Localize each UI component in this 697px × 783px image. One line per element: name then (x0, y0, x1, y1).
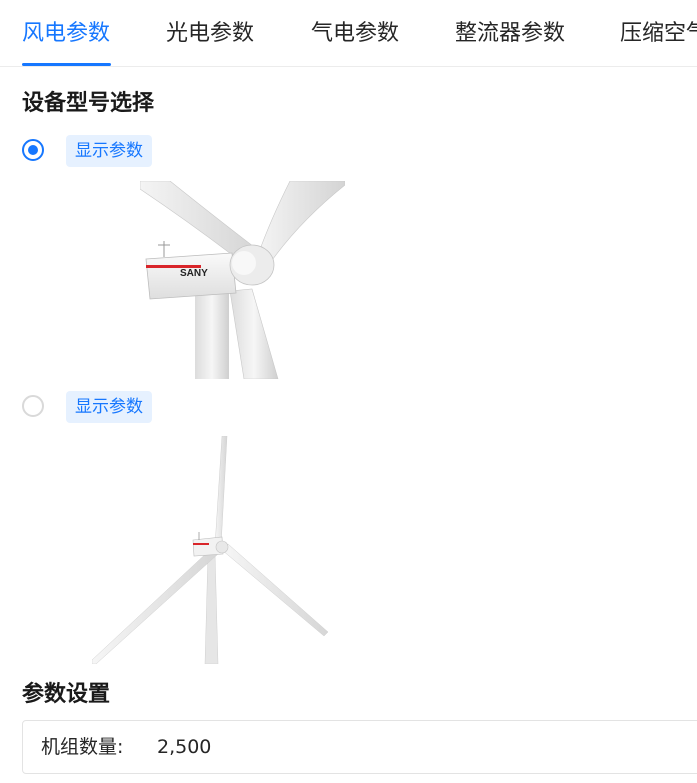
tab-bar: 风电参数 光电参数 气电参数 整流器参数 压缩空气 (0, 0, 697, 67)
turbine-full-image[interactable] (92, 436, 347, 664)
show-params-tag-1[interactable]: 显示参数 (66, 135, 152, 167)
turbine-closeup-illustration: SANY (140, 181, 345, 379)
params-section-title: 参数设置 (22, 682, 111, 707)
model-section-title: 设备型号选择 (22, 91, 155, 116)
model-radio-1[interactable] (22, 139, 44, 161)
model-radio-2[interactable] (22, 395, 44, 417)
unit-count-field[interactable]: 机组数量: 2,500 (22, 720, 697, 774)
unit-count-label: 机组数量: (41, 736, 124, 758)
tab-wind-params[interactable]: 风电参数 (22, 19, 110, 49)
radio-dot (28, 145, 38, 155)
active-tab-indicator (22, 63, 111, 66)
tab-gas-params[interactable]: 气电参数 (311, 19, 399, 49)
tab-rectifier-params[interactable]: 整流器参数 (455, 19, 565, 49)
show-params-tag-2[interactable]: 显示参数 (66, 391, 152, 423)
tab-solar-params[interactable]: 光电参数 (166, 19, 254, 49)
tab-compressed-air-params[interactable]: 压缩空气 (620, 19, 697, 49)
svg-text:SANY: SANY (180, 268, 208, 279)
turbine-closeup-image[interactable]: SANY (140, 181, 345, 379)
turbine-full-illustration (92, 436, 329, 664)
unit-count-value[interactable]: 2,500 (157, 734, 211, 760)
